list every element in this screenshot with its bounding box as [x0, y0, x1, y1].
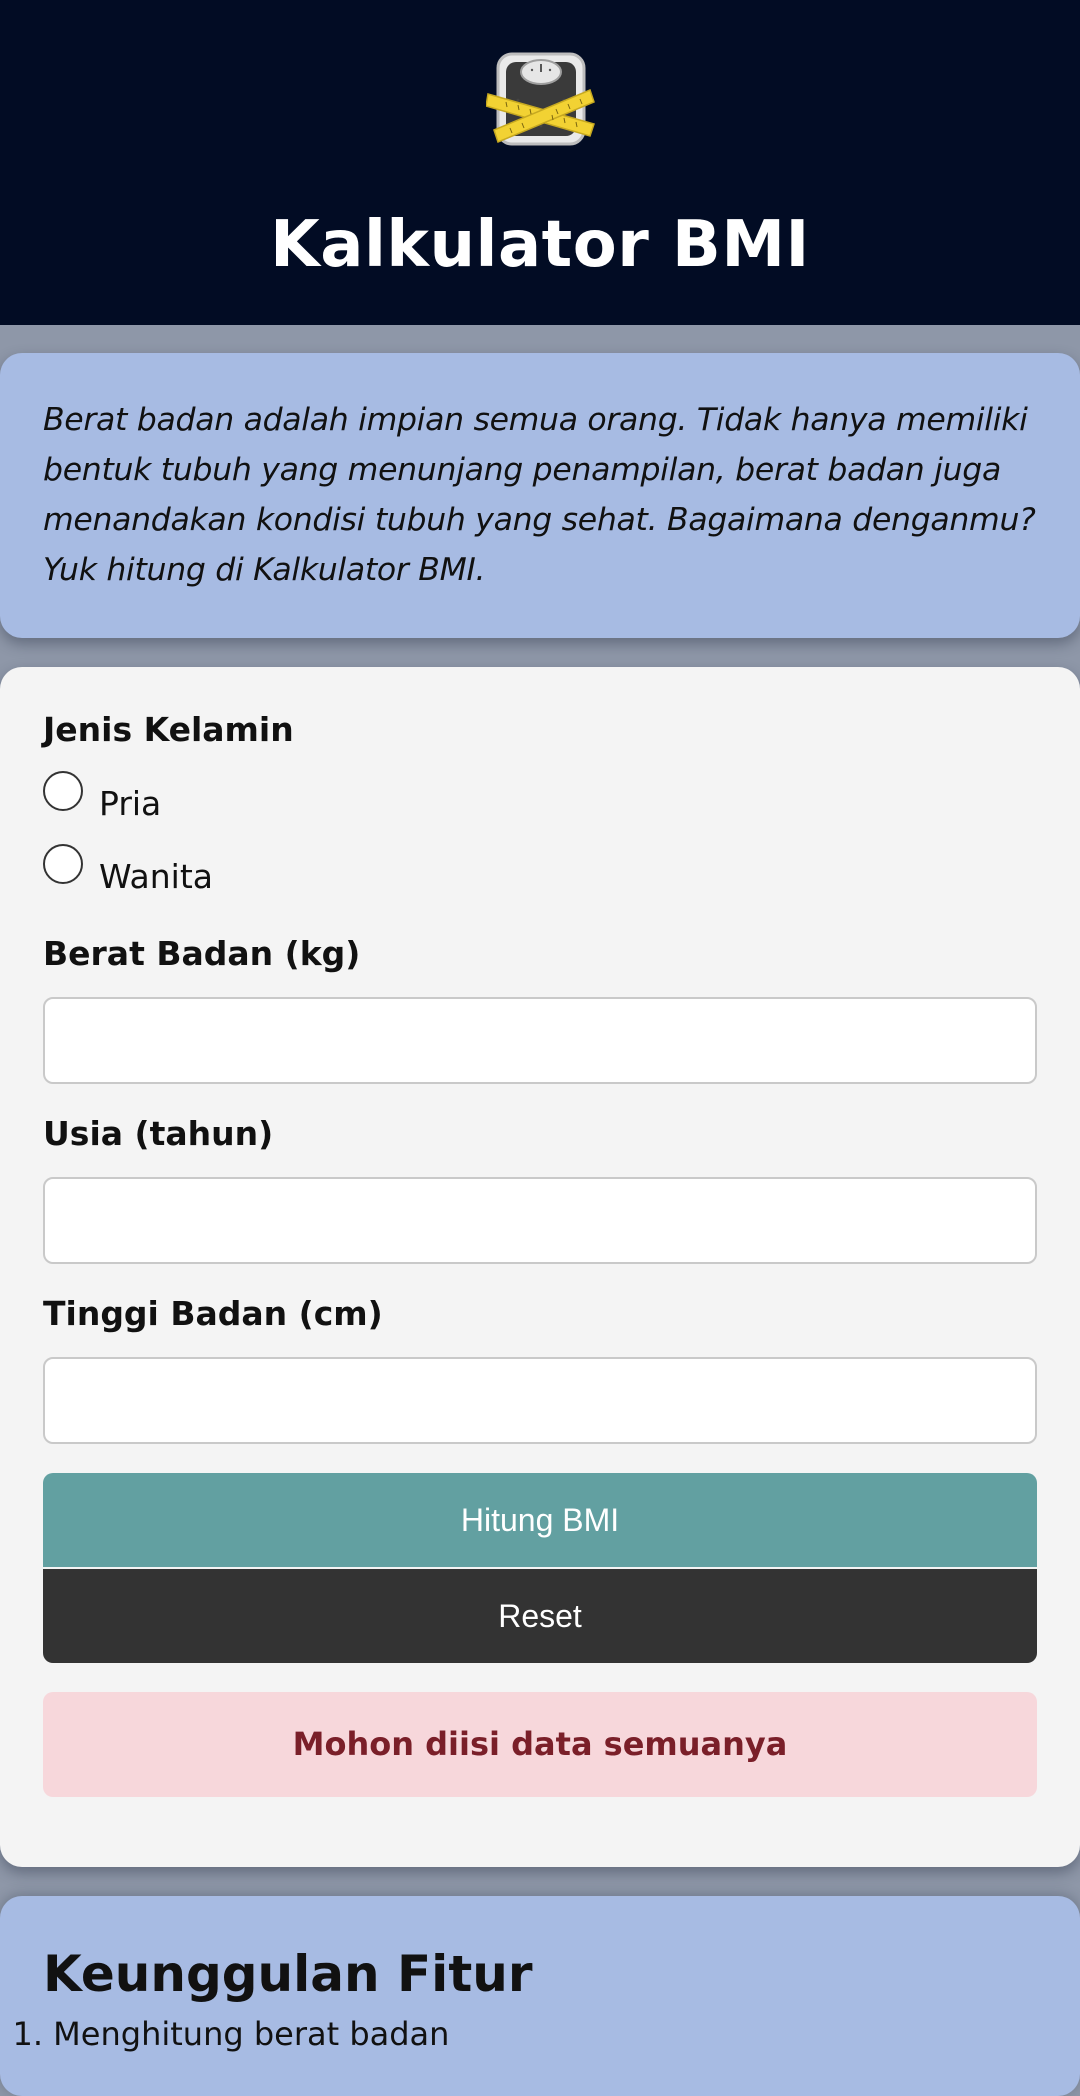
radio-wanita-label: Wanita	[99, 856, 213, 896]
features-title: Keunggulan Fitur	[43, 1945, 533, 2003]
scale-with-measuring-tape-icon	[486, 52, 595, 146]
features-card: Keunggulan Fitur 1. Menghitung berat bad…	[0, 1896, 1080, 2096]
weight-label: Berat Badan (kg)	[43, 934, 361, 973]
list-item: 1. Menghitung berat badan	[0, 2014, 449, 2054]
gender-option-wanita[interactable]: Wanita	[43, 844, 213, 896]
bmi-form-card: Jenis Kelamin Pria Wanita Berat Badan (k…	[0, 667, 1080, 1867]
intro-text: Berat badan adalah impian semua orang. T…	[43, 402, 1036, 588]
weight-input[interactable]	[43, 997, 1037, 1084]
radio-wanita[interactable]	[43, 844, 83, 884]
features-list: 1. Menghitung berat badan	[0, 2014, 449, 2054]
page-title: Kalkulator BMI	[270, 208, 810, 282]
radio-pria[interactable]	[43, 771, 83, 811]
list-item-text: Menghitung berat badan	[53, 2015, 450, 2053]
radio-pria-label: Pria	[99, 783, 162, 823]
age-label: Usia (tahun)	[43, 1114, 274, 1153]
height-input[interactable]	[43, 1357, 1037, 1444]
reset-button[interactable]: Reset	[43, 1569, 1037, 1663]
gender-option-pria[interactable]: Pria	[43, 771, 162, 823]
age-input[interactable]	[43, 1177, 1037, 1264]
validation-alert: Mohon diisi data semuanya	[43, 1692, 1037, 1797]
gender-label: Jenis Kelamin	[43, 710, 294, 749]
intro-card: Berat badan adalah impian semua orang. T…	[0, 353, 1080, 638]
height-label: Tinggi Badan (cm)	[43, 1294, 383, 1333]
list-item-number: 1.	[12, 2015, 43, 2053]
calculate-bmi-button[interactable]: Hitung BMI	[43, 1473, 1037, 1567]
app-header: Kalkulator BMI	[0, 0, 1080, 325]
